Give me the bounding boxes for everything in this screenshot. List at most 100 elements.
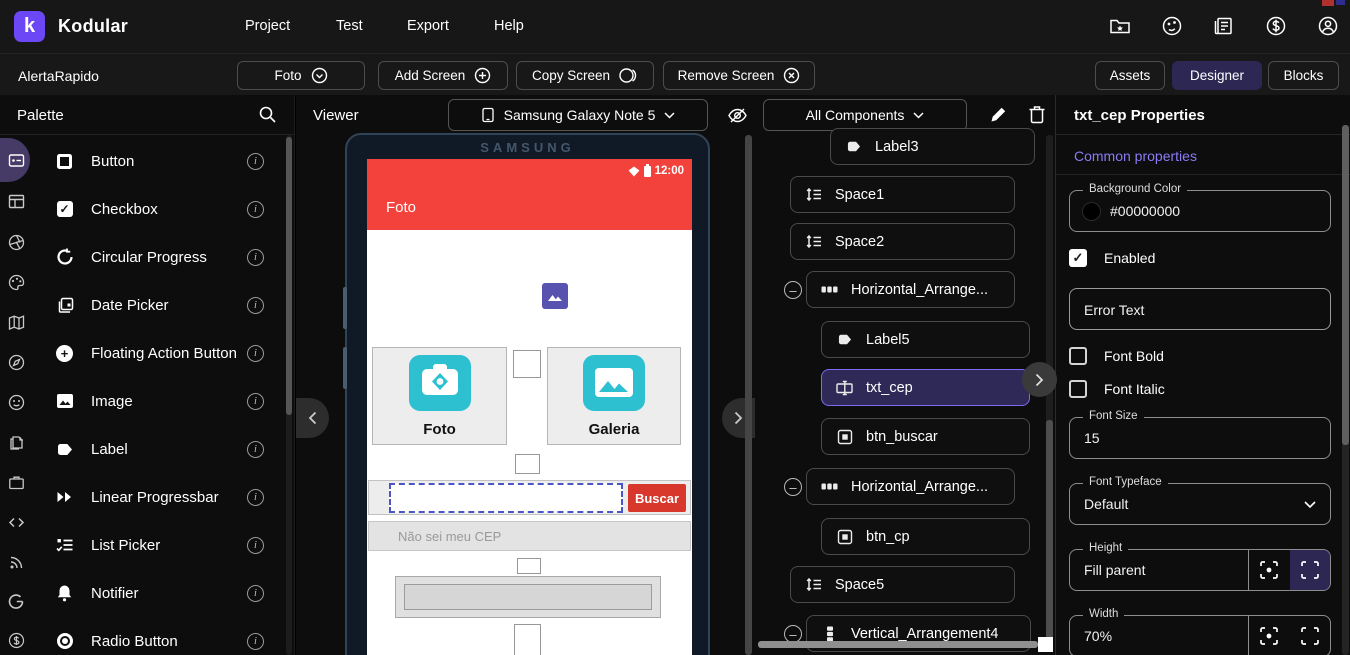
category-sensors[interactable] [0,347,33,377]
tree-item-horizontal-arrangement3[interactable]: Horizontal_Arrange... [806,271,1015,308]
palette-item-circular-progress[interactable]: Circular Progress i [40,240,278,274]
palette-item-linear-progressbar[interactable]: Linear Progressbar i [40,480,278,514]
category-google[interactable] [0,586,33,616]
spacer-component[interactable] [515,454,540,474]
menu-help[interactable]: Help [494,18,524,34]
palette-item-image[interactable]: Image i [40,384,278,418]
category-connectivity[interactable] [0,547,33,577]
projects-folder-icon[interactable] [1109,15,1131,37]
height-fill-button[interactable] [1290,550,1330,590]
news-icon[interactable] [1213,15,1235,37]
palette-item-fab[interactable]: + Floating Action Button i [40,336,278,370]
eye-off-icon[interactable] [727,105,747,125]
app-title-bar[interactable]: 12:00 Foto [367,159,692,230]
color-swatch[interactable] [1082,202,1101,221]
tree-item-btn-cp[interactable]: btn_cp [821,518,1030,555]
height-auto-button[interactable] [1249,550,1289,590]
tree-item-txt-cep-selected[interactable]: txt_cep [821,369,1030,406]
info-icon[interactable]: i [247,296,264,314]
tree-item-space5[interactable]: Space5 [790,566,1015,603]
properties-scrollbar-thumb[interactable] [1342,125,1349,445]
tree-item-label5[interactable]: Label5 [821,321,1030,358]
enabled-checkbox[interactable]: ✓ [1069,249,1087,267]
category-storage[interactable] [0,427,33,457]
image-placeholder[interactable] [542,283,568,309]
info-icon[interactable]: i [247,536,264,554]
palette-item-list-picker[interactable]: List Picker i [40,528,278,562]
spacer-component[interactable] [513,350,541,378]
font-typeface-field[interactable]: Font Typeface Default [1069,476,1331,525]
info-icon[interactable]: i [247,440,264,458]
palette-item-label[interactable]: Label i [40,432,278,466]
tab-designer[interactable]: Designer [1172,61,1262,90]
width-auto-button[interactable] [1249,616,1289,655]
tab-assets[interactable]: Assets [1095,61,1165,90]
category-social[interactable] [0,387,33,417]
info-icon[interactable]: i [247,248,264,266]
font-bold-checkbox[interactable] [1069,347,1087,365]
theme-icon[interactable] [1161,15,1183,37]
spacer-component[interactable] [517,558,541,574]
menu-export[interactable]: Export [407,18,449,34]
palette-item-radio-button[interactable]: Radio Button i [40,624,278,655]
tree-horizontal-scrollbar[interactable] [758,641,1038,648]
expand-tree-button[interactable] [1022,362,1057,397]
components-filter[interactable]: All Components [763,99,967,131]
galeria-card[interactable]: Galeria [547,347,681,445]
category-layout[interactable] [0,186,33,216]
tree-item-space2[interactable]: Space2 [790,223,1015,260]
tree-item-horizontal-arrangement4[interactable]: Horizontal_Arrange... [806,468,1015,505]
category-maps[interactable] [0,307,33,337]
foto-card[interactable]: Foto [372,347,507,445]
info-icon[interactable]: i [247,632,264,650]
collapse-node-icon[interactable]: – [784,478,802,496]
category-media[interactable] [0,227,33,257]
info-icon[interactable]: i [247,584,264,602]
category-drawing-animation[interactable] [0,267,33,297]
info-icon[interactable]: i [247,200,264,218]
tab-blocks[interactable]: Blocks [1268,61,1339,90]
collapse-node-icon[interactable]: – [784,281,802,299]
font-italic-checkbox[interactable] [1069,380,1087,398]
tree-item-btn-buscar[interactable]: btn_buscar [821,418,1030,455]
menu-project[interactable]: Project [245,18,290,34]
screen-selector-button[interactable]: Foto [237,61,365,90]
cep-textbox-selected[interactable] [389,483,623,513]
font-size-field[interactable]: Font Size 15 [1069,410,1331,459]
edit-pencil-icon[interactable] [989,105,1009,125]
info-icon[interactable]: i [247,344,264,362]
category-user-interface[interactable] [0,145,33,175]
device-selector[interactable]: Samsung Galaxy Note 5 [448,99,708,131]
spacer-component[interactable] [514,624,541,655]
cep-hint-textbox[interactable]: Não sei meu CEP [368,521,691,551]
palette-scrollbar-thumb[interactable] [286,137,292,415]
add-screen-button[interactable]: Add Screen [378,61,508,90]
progressbar-component[interactable] [395,576,661,618]
palette-item-checkbox[interactable]: ✓ Checkbox i [40,192,278,226]
monetization-icon[interactable] [1265,15,1287,37]
category-dynamic-components[interactable] [0,507,33,537]
palette-item-date-picker[interactable]: Date Picker i [40,288,278,322]
width-field[interactable]: Width 70% [1069,608,1331,655]
info-icon[interactable]: i [247,152,264,170]
background-color-field[interactable]: Background Color #00000000 [1069,183,1331,232]
info-icon[interactable]: i [247,392,264,410]
tree-scrollbar-thumb[interactable] [1046,420,1053,640]
search-icon[interactable] [258,105,277,124]
account-icon[interactable] [1317,15,1339,37]
delete-trash-icon[interactable] [1028,104,1048,124]
palette-item-button[interactable]: Button i [40,144,278,178]
tree-item-space1[interactable]: Space1 [790,176,1015,213]
info-icon[interactable]: i [247,488,264,506]
palette-item-notifier[interactable]: Notifier i [40,576,278,610]
remove-screen-button[interactable]: Remove Screen [663,61,815,90]
category-monetization[interactable] [0,625,33,655]
common-properties-link[interactable]: Common properties [1074,148,1197,164]
width-fill-button[interactable] [1290,616,1330,655]
menu-test[interactable]: Test [336,18,363,34]
category-utilities[interactable] [0,467,33,497]
buscar-button[interactable]: Buscar [628,484,686,512]
height-field[interactable]: Height Fill parent [1069,542,1331,591]
collapse-palette-button[interactable] [296,398,329,438]
tree-item-label3[interactable]: Label3 [830,128,1035,165]
